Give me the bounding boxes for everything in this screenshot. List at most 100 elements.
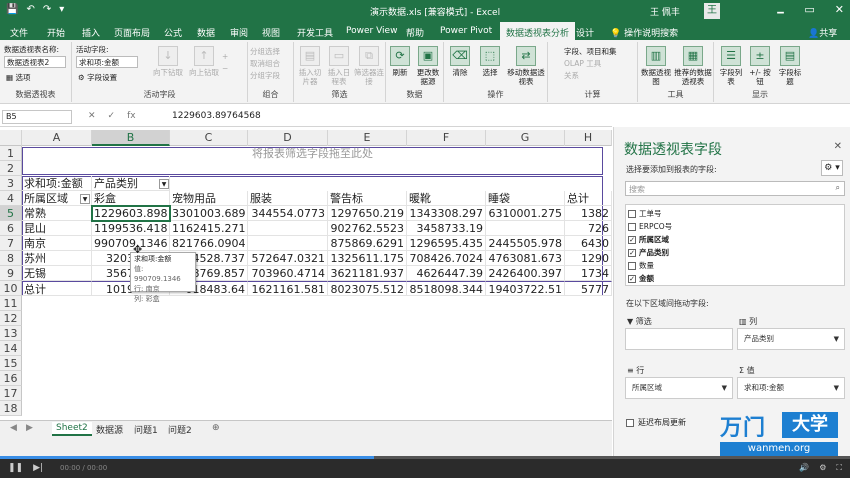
cell-value[interactable]: 1621161.581 xyxy=(248,281,328,296)
rows-drop-box[interactable]: 所属区域 ▼ xyxy=(625,377,733,399)
cell-value[interactable]: 1343308.297 xyxy=(407,206,486,221)
sheet-nav-prev-icon[interactable]: ◀ xyxy=(6,422,21,434)
select-button[interactable]: ⬚ 选择 xyxy=(478,46,502,77)
cell-value[interactable] xyxy=(248,221,328,236)
cell-col-header[interactable]: 彩盒 xyxy=(92,191,170,206)
row-header[interactable]: 17 xyxy=(0,386,22,401)
column-header[interactable]: H xyxy=(565,130,612,146)
filters-area[interactable]: ▼ 筛选 xyxy=(625,316,733,352)
tab-home[interactable]: 开始 xyxy=(47,26,65,39)
cancel-icon[interactable]: ✕ xyxy=(88,111,96,121)
tab-power-pivot[interactable]: Power Pivot xyxy=(440,26,492,36)
cell-value[interactable]: 875869.6291 xyxy=(328,236,407,251)
tab-developer[interactable]: 开发工具 xyxy=(297,26,333,39)
cell-value[interactable]: 4626447.39 xyxy=(407,266,486,281)
column-header[interactable]: D xyxy=(248,130,328,146)
cell-value[interactable]: 2445505.978 xyxy=(486,236,565,251)
row-header[interactable]: 4 xyxy=(0,191,22,206)
cell-value[interactable]: 990709.1346 xyxy=(92,236,170,251)
fullscreen-icon[interactable]: ⛶ xyxy=(836,463,842,473)
field-checkbox[interactable] xyxy=(628,222,636,231)
insert-timeline-button[interactable]: ▭ 插入日程表 xyxy=(325,46,353,86)
drill-up-button[interactable]: ↑ 向上钻取 xyxy=(186,46,222,77)
column-header[interactable]: E xyxy=(328,130,407,146)
filter-connections-button[interactable]: ⧉ 筛选器连接 xyxy=(354,46,384,86)
cell-value[interactable]: 1229603.898 xyxy=(92,206,170,221)
share-button[interactable]: 👤共享 xyxy=(808,26,837,39)
cell-value[interactable]: 3621181.937 xyxy=(328,266,407,281)
defer-checkbox[interactable] xyxy=(626,418,634,427)
chevron-down-icon[interactable]: ▼ xyxy=(834,332,839,346)
cell-col-header[interactable]: 暖靴 xyxy=(407,191,486,206)
insert-slicer-button[interactable]: ▤ 插入切片器 xyxy=(296,46,324,86)
defer-update-toggle[interactable]: 延迟布局更新 xyxy=(626,417,686,428)
pivotchart-button[interactable]: ▥ 数据透视图 xyxy=(640,46,672,86)
tab-file[interactable]: 文件 xyxy=(10,26,28,39)
save-icon[interactable]: 💾 xyxy=(6,4,18,15)
redo-icon[interactable]: ↷ xyxy=(43,4,51,15)
tab-view[interactable]: 视图 xyxy=(262,26,280,39)
tab-review[interactable]: 审阅 xyxy=(230,26,248,39)
cell-value[interactable]: 708426.7024 xyxy=(407,251,486,266)
cell-value[interactable]: 2426400.397 xyxy=(486,266,565,281)
tab-design[interactable]: 设计 xyxy=(576,26,594,39)
columns-drop-box[interactable]: 产品类别 ▼ xyxy=(737,328,845,350)
group-field-button[interactable]: 分组字段 xyxy=(250,70,280,81)
pane-close-icon[interactable]: ✕ xyxy=(834,141,842,152)
cell-value[interactable]: 344554.0773 xyxy=(248,206,328,221)
sheet-nav-next-icon[interactable]: ▶ xyxy=(22,422,37,434)
olap-tools-button[interactable]: OLAP 工具 xyxy=(564,58,601,69)
recommended-pivot-button[interactable]: ▦ 推荐的数据透视表 xyxy=(674,46,712,86)
cell-value[interactable]: 3458733.19 xyxy=(407,221,486,236)
cell-value[interactable]: 3301003.689 xyxy=(170,206,248,221)
cell-value[interactable]: 1734 xyxy=(565,266,612,281)
cell-grand-total-label[interactable]: 总计 xyxy=(22,281,92,296)
cell-value[interactable]: 8023075.512 xyxy=(328,281,407,296)
clear-button[interactable]: ⌫ 清除 xyxy=(448,46,472,77)
column-header[interactable]: C xyxy=(170,130,248,146)
minimize-icon[interactable]: 🗕 xyxy=(777,3,785,22)
sheet-tab-data-source[interactable]: 数据源 xyxy=(92,422,127,437)
field-checkbox-checked[interactable]: ✓ xyxy=(628,235,636,244)
relationships-button[interactable]: 关系 xyxy=(564,70,579,81)
refresh-button[interactable]: ⟳ 刷新 xyxy=(388,46,412,77)
cell-value[interactable]: 703960.4714 xyxy=(248,266,328,281)
tab-data[interactable]: 数据 xyxy=(197,26,215,39)
field-list-button[interactable]: ☰ 字段列表 xyxy=(718,46,744,86)
row-header[interactable]: 18 xyxy=(0,401,22,416)
cell-col-header[interactable]: 总计 xyxy=(565,191,612,206)
tell-me-search[interactable]: 💡 操作说明搜索 xyxy=(610,26,678,39)
cell-value[interactable]: 726 xyxy=(565,221,612,236)
active-field-input[interactable]: 求和项:金额 xyxy=(76,56,138,68)
play-pause-icon[interactable]: ❚❚ xyxy=(8,463,23,473)
video-progress-track[interactable] xyxy=(0,456,850,459)
settings-icon[interactable]: ⚙ xyxy=(819,463,826,473)
cell-row-label[interactable]: 苏州 xyxy=(22,251,92,266)
columns-area[interactable]: ▥ 列 产品类别 ▼ xyxy=(737,316,845,352)
row-header[interactable]: 16 xyxy=(0,371,22,386)
options-button[interactable]: ▦ 选项 xyxy=(6,72,30,83)
cell-value[interactable]: 6310001.275 xyxy=(486,206,565,221)
plus-minus-button[interactable]: ± +/- 按钮 xyxy=(746,46,774,86)
avatar[interactable]: 王 xyxy=(704,3,720,19)
select-all-corner[interactable] xyxy=(0,130,22,146)
values-field-chip[interactable]: 求和项:金额 ▼ xyxy=(740,381,842,395)
cell-value[interactable]: 902762.5523 xyxy=(328,221,407,236)
field-item[interactable]: ✓ 所属区域 xyxy=(628,234,669,245)
column-filter-dropdown-icon[interactable]: ▼ xyxy=(159,179,169,189)
row-header[interactable]: 6 xyxy=(0,221,22,236)
column-header[interactable]: F xyxy=(407,130,486,146)
sheet-tab-q2[interactable]: 问题2 xyxy=(164,422,196,437)
row-header[interactable]: 7 xyxy=(0,236,22,251)
cell-row-label[interactable]: 南京 xyxy=(22,236,92,251)
chevron-down-icon[interactable]: ▼ xyxy=(834,381,839,395)
cell-row-label[interactable]: 常熟 xyxy=(22,206,92,221)
cell-row-label[interactable]: 无锡 xyxy=(22,266,92,281)
pivot-name-input[interactable]: 数据透视表2 xyxy=(4,56,66,68)
field-item[interactable]: 工单号 xyxy=(628,208,662,219)
spreadsheet-grid[interactable]: A B C D E F G H 1 2 3 4 5 6 7 8 9 10 11 … xyxy=(0,130,612,420)
volume-icon[interactable]: 🔊 xyxy=(799,463,809,473)
row-header[interactable]: 15 xyxy=(0,356,22,371)
filters-drop-box[interactable] xyxy=(625,328,733,350)
cell-value[interactable]: 5777 xyxy=(565,281,612,296)
